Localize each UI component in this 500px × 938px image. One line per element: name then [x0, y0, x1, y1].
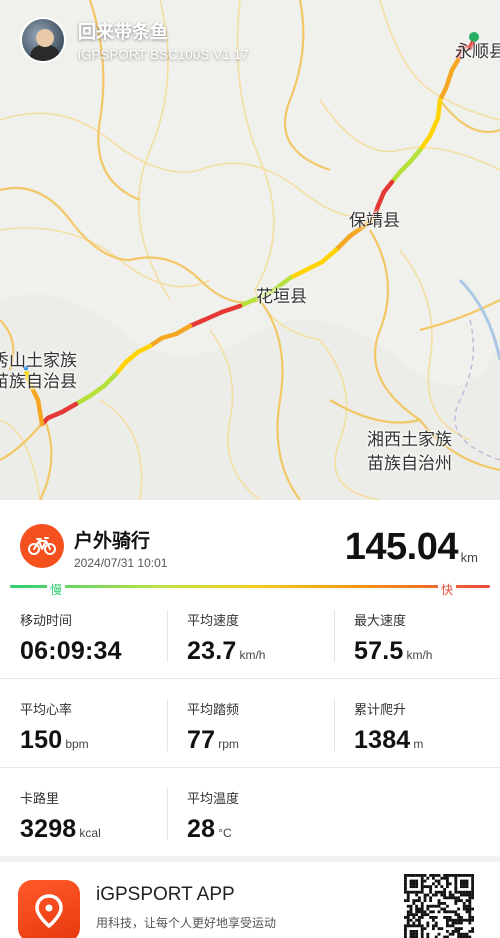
activity-type: 户外骑行 — [74, 530, 151, 552]
stat-label: 平均心率 — [20, 703, 73, 718]
stat-unit: kcal — [79, 826, 101, 840]
stat-label: 累计爬升 — [354, 703, 407, 718]
stat-calories: 卡路里 3298 kcal — [20, 788, 180, 844]
route-segment — [435, 97, 443, 121]
divider — [334, 699, 335, 751]
user-header: 回来带条鱼 iGPSPORT BSC100S V1.17 — [20, 16, 249, 64]
device-name: iGPSPORT BSC100S V1.17 — [78, 47, 249, 62]
map-label-baojing: 保靖县 — [349, 211, 400, 231]
speed-legend-bar — [10, 585, 490, 588]
map-label-xiushan-line1: 秀山土家族 — [0, 351, 77, 371]
stat-unit: bpm — [65, 737, 89, 751]
divider — [0, 767, 500, 768]
stat-label: 平均速度 — [187, 614, 240, 629]
stat-unit: m — [413, 737, 424, 751]
stat-label: 移动时间 — [20, 614, 73, 629]
divider — [334, 610, 335, 662]
start-marker — [469, 32, 479, 42]
user-name: 回来带条鱼 — [78, 22, 168, 43]
stat-avg-cadence: 平均踏频 77 rpm — [187, 699, 347, 755]
speed-legend-slow: 慢 — [47, 581, 66, 598]
activity-summary-panel: 户外骑行 2024/07/31 10:01 145.04 km 慢 快 移动时间… — [0, 500, 500, 856]
total-distance: 145.04 — [344, 526, 459, 568]
stat-max-speed: 最大速度 57.5 km/h — [354, 610, 500, 666]
qr-code[interactable] — [404, 874, 474, 938]
stat-value: 57.5 — [354, 637, 404, 665]
stat-unit: °C — [218, 826, 232, 840]
speed-legend-fast: 快 — [438, 581, 457, 598]
activity-datetime: 2024/07/31 10:01 — [74, 556, 168, 570]
app-slogan: 用科技，让每个人更好地享受运动 — [96, 916, 277, 930]
stat-value: 23.7 — [187, 637, 237, 665]
map-label-xiangxi-line2: 苗族自治州 — [367, 454, 452, 474]
stat-value: 1384 — [354, 726, 411, 754]
stat-avg-temperature: 平均温度 28 °C — [187, 788, 347, 844]
location-pin-icon — [18, 880, 80, 938]
map-label-xiangxi-line1: 湘西土家族 — [367, 430, 452, 450]
app-promo-footer: iGPSPORT APP 用科技，让每个人更好地享受运动 — [0, 856, 500, 938]
divider — [167, 610, 168, 662]
stat-elevation-gain: 累计爬升 1384 m — [354, 699, 500, 755]
divider — [167, 699, 168, 751]
app-name: iGPSPORT APP — [96, 884, 235, 905]
divider — [0, 678, 500, 679]
stat-value: 28 — [187, 815, 216, 843]
bicycle-icon — [20, 524, 64, 568]
stat-unit: km/h — [239, 648, 266, 662]
stat-label: 最大速度 — [354, 614, 407, 629]
distance-unit: km — [460, 550, 478, 565]
map-label-huayuan: 花垣县 — [256, 287, 307, 307]
map-label-xiushan-line2: 苗族自治县 — [0, 372, 77, 392]
stat-label: 卡路里 — [20, 792, 60, 807]
stat-value: 06:09:34 — [20, 637, 122, 665]
map-background — [0, 0, 500, 500]
divider — [167, 788, 168, 840]
avatar[interactable] — [20, 17, 66, 63]
route-map[interactable]: 永顺县 保靖县 花垣县 秀山土家族 苗族自治县 湘西土家族 苗族自治州 回来带条… — [0, 0, 500, 500]
stat-avg-heart-rate: 平均心率 150 bpm — [20, 699, 180, 755]
stat-value: 3298 — [20, 815, 77, 843]
stat-unit: km/h — [406, 648, 433, 662]
stat-value: 150 — [20, 726, 63, 754]
stat-label: 平均温度 — [187, 792, 240, 807]
map-label-yongshun: 永顺县 — [455, 42, 500, 62]
stat-label: 平均踏频 — [187, 703, 240, 718]
stat-avg-speed: 平均速度 23.7 km/h — [187, 610, 347, 666]
stat-unit: rpm — [218, 737, 239, 751]
stat-value: 77 — [187, 726, 216, 754]
stat-moving-time: 移动时间 06:09:34 — [20, 610, 180, 666]
